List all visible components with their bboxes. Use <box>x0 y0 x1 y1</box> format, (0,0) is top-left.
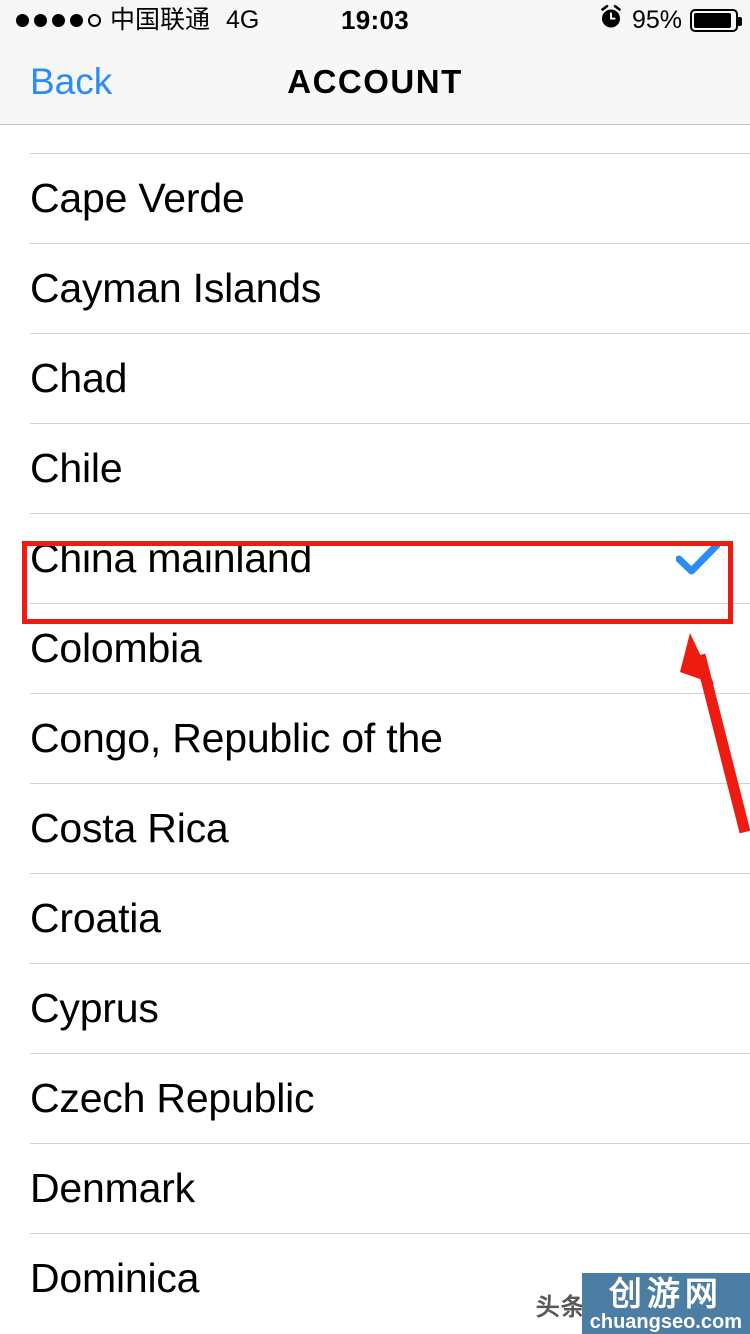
watermark: 头条 创游网 chuangseo.com <box>536 1273 750 1334</box>
checkmark-icon <box>675 541 721 575</box>
phone-screen: 中国联通 4G 19:03 95% Back ACCOUNT Canada Cap… <box>0 0 750 1334</box>
country-row-label: Croatia <box>30 894 161 941</box>
country-row-label: Colombia <box>30 624 202 671</box>
battery-fill <box>694 12 731 28</box>
country-row-label: Cape Verde <box>30 174 245 221</box>
status-bar-right: 95% <box>598 0 742 40</box>
country-row[interactable]: Czech Republic <box>0 1053 750 1143</box>
country-row[interactable]: Cyprus <box>0 963 750 1053</box>
page-title: ACCOUNT <box>287 63 463 100</box>
watermark-toutiao-label: 头条 <box>535 1293 586 1321</box>
country-row-label: Chile <box>30 444 123 491</box>
country-row-label: Canada <box>30 125 173 129</box>
country-row-label: Cyprus <box>30 984 159 1031</box>
country-row[interactable]: Colombia <box>0 603 750 693</box>
watermark-logo-url-label: chuangseo.com <box>589 1311 742 1333</box>
country-row-label: Czech Republic <box>30 1074 315 1121</box>
status-bar: 中国联通 4G 19:03 95% <box>0 0 750 40</box>
country-row-label: Dominica <box>30 1254 200 1301</box>
battery-percentage: 95% <box>631 5 682 34</box>
country-row[interactable]: China mainland <box>0 513 750 603</box>
country-row-label: Costa Rica <box>30 804 229 851</box>
navigation-bar: Back ACCOUNT <box>0 40 750 125</box>
watermark-logo-cn-label: 创游网 <box>608 1274 723 1313</box>
battery-icon <box>690 8 742 32</box>
country-row[interactable]: Costa Rica <box>0 783 750 873</box>
country-row[interactable]: Canada <box>0 125 750 153</box>
country-row-label: Chad <box>30 354 128 401</box>
country-row[interactable]: Congo, Republic of the <box>0 693 750 783</box>
watermark-logo: 创游网 chuangseo.com <box>581 1273 750 1334</box>
country-row[interactable]: Cayman Islands <box>0 243 750 333</box>
country-row[interactable]: Chad <box>0 333 750 423</box>
country-row[interactable]: Cape Verde <box>0 153 750 243</box>
country-row-label: Cayman Islands <box>30 264 322 311</box>
country-row[interactable]: Denmark <box>0 1143 750 1233</box>
country-row-label: Denmark <box>30 1164 195 1211</box>
country-row[interactable]: Croatia <box>0 873 750 963</box>
country-row-label: Congo, Republic of the <box>30 714 443 761</box>
country-list[interactable]: Canada Cape Verde Cayman Islands Chad Chile C… <box>0 125 750 1334</box>
country-list-inner: Canada Cape Verde Cayman Islands Chad Chile C… <box>0 125 750 1323</box>
alarm-clock-icon <box>598 4 624 37</box>
country-row-label: China mainland <box>30 534 313 581</box>
country-row[interactable]: Chile <box>0 423 750 513</box>
